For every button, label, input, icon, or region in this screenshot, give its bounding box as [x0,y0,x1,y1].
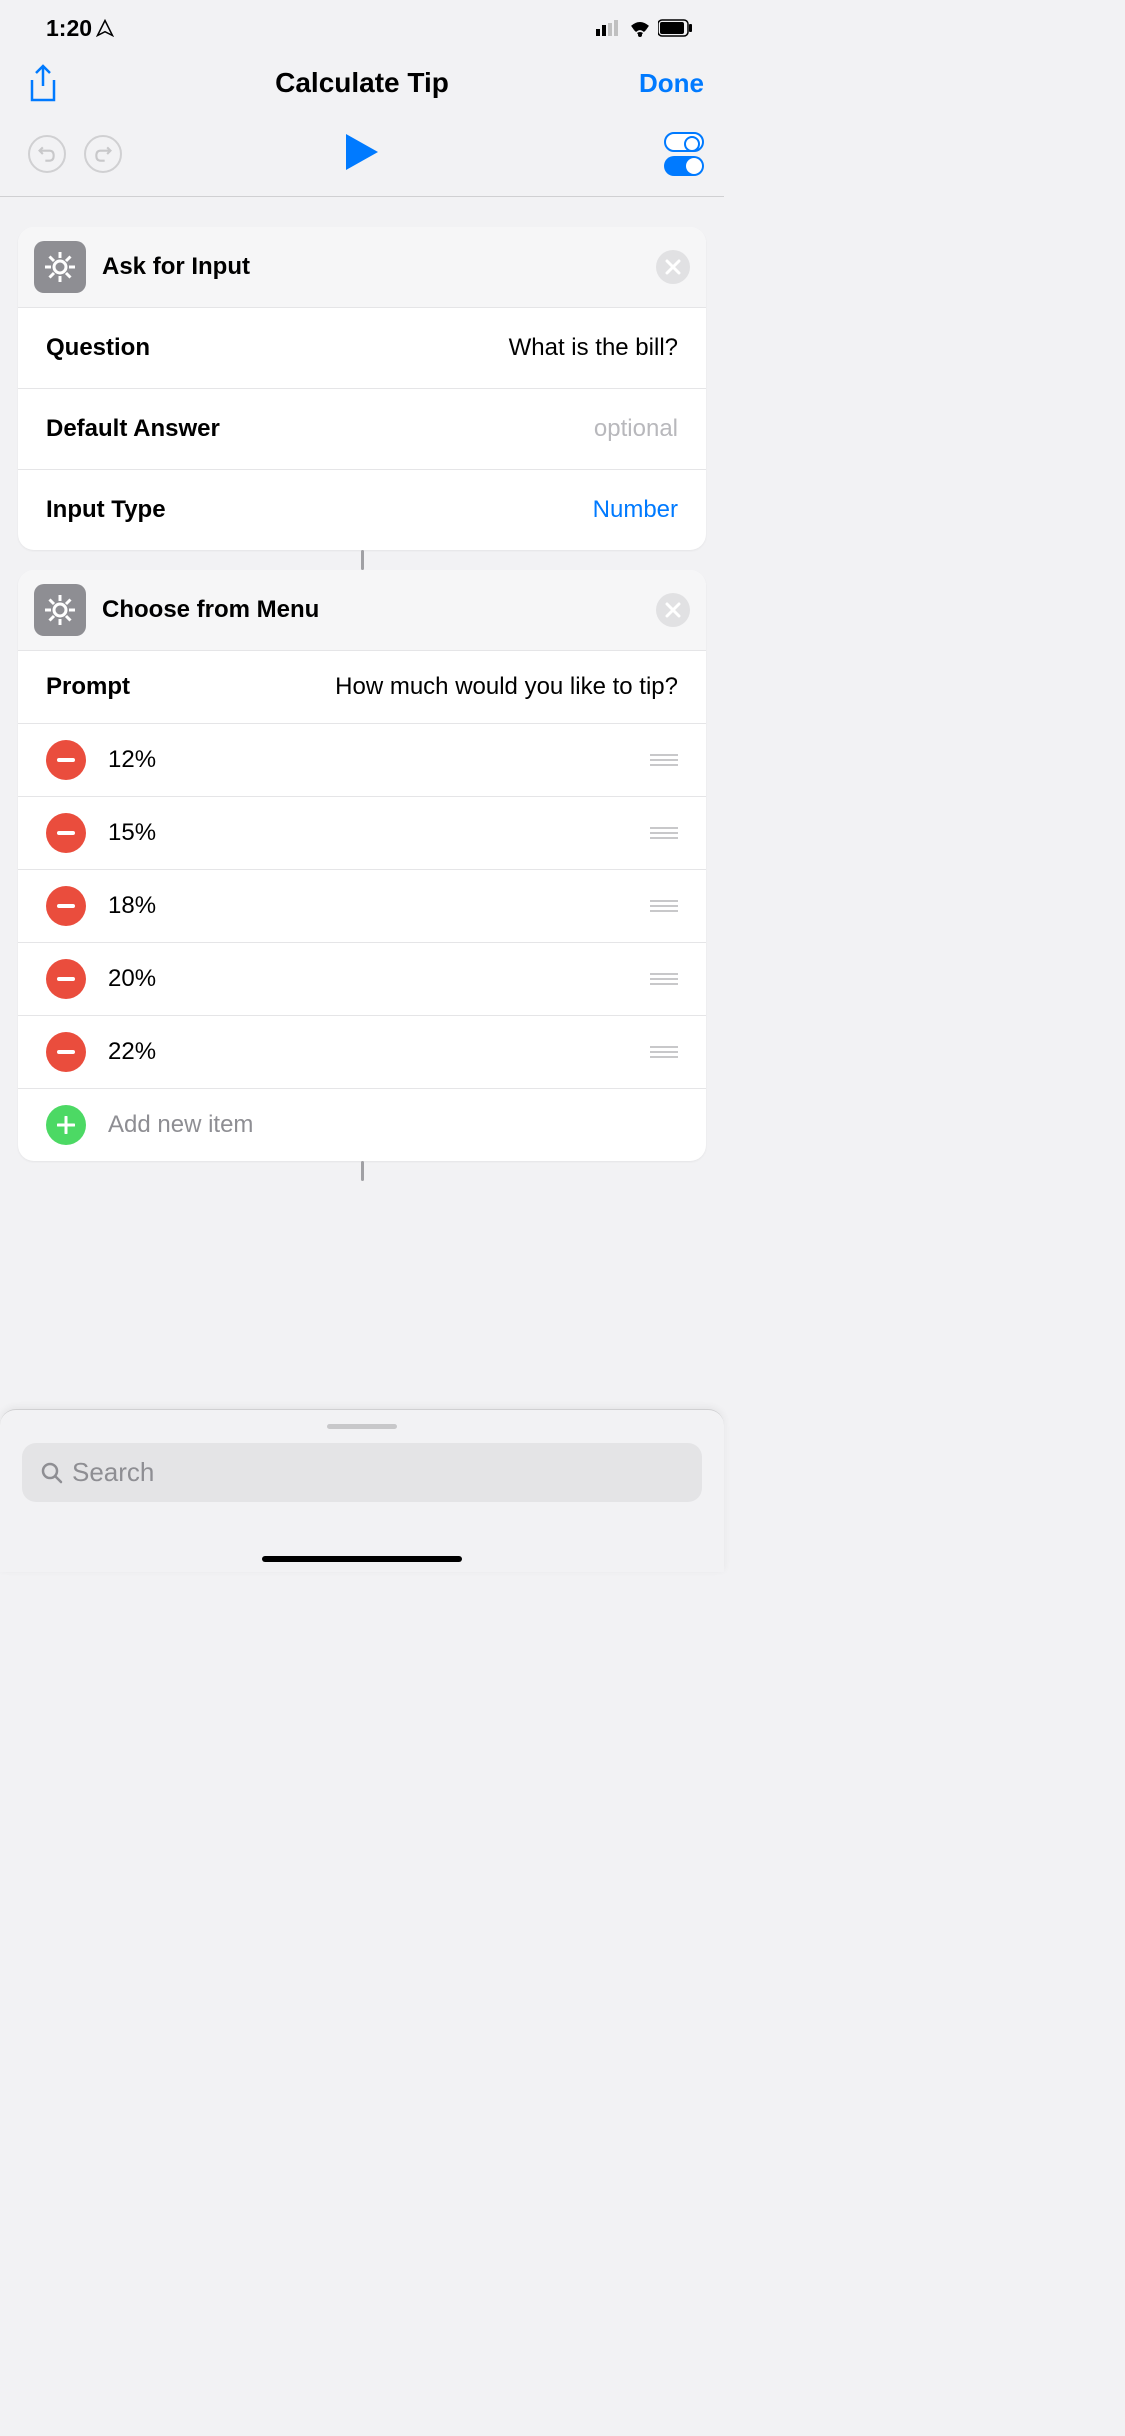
page-title: Calculate Tip [275,67,449,99]
menu-item-row[interactable]: 15% [18,797,706,870]
content-area: Ask for Input Question What is the bill?… [0,197,724,1181]
play-button[interactable] [346,134,378,175]
menu-item-row[interactable]: 22% [18,1016,706,1089]
drag-handle-icon[interactable] [650,827,678,839]
cellular-icon [596,20,622,36]
default-answer-label: Default Answer [46,415,220,443]
menu-item-label: 20% [108,965,650,993]
delete-button[interactable] [46,740,86,780]
menu-item-row[interactable]: 12% [18,724,706,797]
close-button[interactable] [656,250,690,284]
search-placeholder: Search [72,1457,154,1488]
connector-line [361,550,364,570]
add-new-label: Add new item [108,1111,678,1139]
wifi-icon [628,19,652,37]
prompt-label: Prompt [46,673,130,701]
gear-icon [34,584,86,636]
drag-handle-icon[interactable] [650,973,678,985]
done-button[interactable]: Done [639,68,704,99]
undo-button[interactable] [28,135,66,173]
input-type-label: Input Type [46,496,166,524]
action-card-choose-menu: Choose from Menu Prompt How much would y… [18,570,706,1161]
menu-item-row[interactable]: 18% [18,870,706,943]
input-type-value: Number [593,496,678,524]
menu-item-row[interactable]: 20% [18,943,706,1016]
grabber-handle[interactable] [327,1424,397,1429]
drag-handle-icon[interactable] [650,1046,678,1058]
time-text: 1:20 [46,15,92,42]
card-title: Ask for Input [102,253,656,281]
search-icon [40,1461,64,1485]
toggle-top[interactable] [664,132,704,152]
action-card-ask-input: Ask for Input Question What is the bill?… [18,227,706,550]
add-button[interactable] [46,1105,86,1145]
status-bar: 1:20 [0,0,724,44]
toggle-bottom[interactable] [664,156,704,176]
drag-handle-icon[interactable] [650,900,678,912]
connector-line [361,1161,364,1181]
menu-item-label: 15% [108,819,650,847]
nav-bar: Calculate Tip Done [0,44,724,112]
delete-button[interactable] [46,813,86,853]
input-type-row[interactable]: Input Type Number [18,470,706,550]
settings-toggles[interactable] [664,132,704,176]
toolbar [0,112,724,197]
redo-button[interactable] [84,135,122,173]
card-header[interactable]: Ask for Input [18,227,706,308]
delete-button[interactable] [46,959,86,999]
default-answer-placeholder: optional [594,415,678,443]
question-value: What is the bill? [509,334,678,362]
prompt-value: How much would you like to tip? [335,673,678,701]
card-header[interactable]: Choose from Menu [18,570,706,651]
status-icons [596,19,694,37]
gear-icon [34,241,86,293]
card-title: Choose from Menu [102,596,656,624]
menu-item-label: 22% [108,1038,650,1066]
close-button[interactable] [656,593,690,627]
add-new-item-row[interactable]: Add new item [18,1089,706,1161]
search-input[interactable]: Search [22,1443,702,1502]
battery-icon [658,19,694,37]
home-indicator[interactable] [262,1556,462,1562]
prompt-row[interactable]: Prompt How much would you like to tip? [18,651,706,724]
status-time: 1:20 [46,15,114,42]
question-label: Question [46,334,150,362]
default-answer-row[interactable]: Default Answer optional [18,389,706,470]
search-panel[interactable]: Search [0,1409,724,1572]
menu-item-label: 18% [108,892,650,920]
drag-handle-icon[interactable] [650,754,678,766]
delete-button[interactable] [46,886,86,926]
question-row[interactable]: Question What is the bill? [18,308,706,389]
share-button[interactable] [28,64,58,102]
delete-button[interactable] [46,1032,86,1072]
menu-item-label: 12% [108,746,650,774]
location-icon [96,19,114,37]
